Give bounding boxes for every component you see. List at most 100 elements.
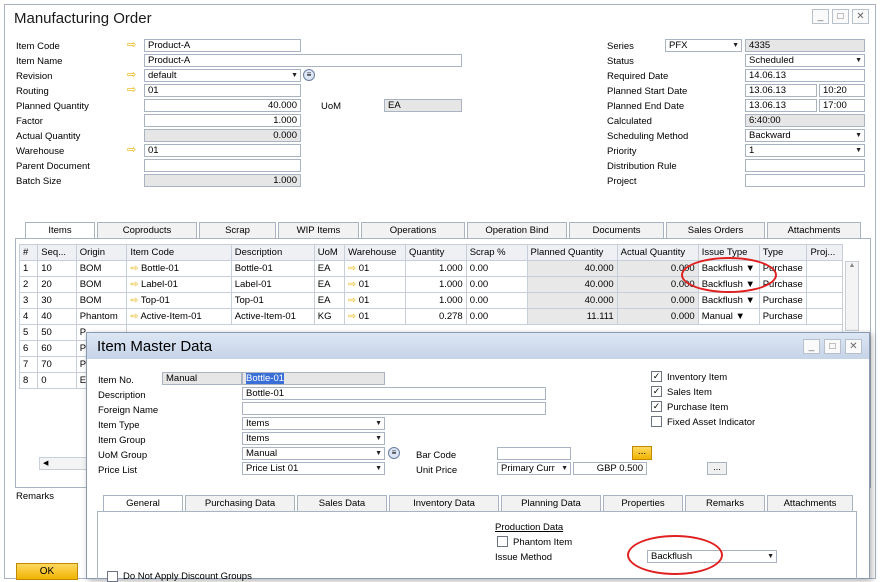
cell[interactable]: Active-Item-01 [230, 308, 315, 325]
cell[interactable]: EA [313, 292, 346, 309]
col-header[interactable]: Proj... [806, 244, 843, 261]
item-no-field[interactable]: Bottle-01 [242, 372, 385, 385]
fixed-asset-checkbox[interactable] [651, 416, 662, 427]
item-no-mode[interactable]: Manual [162, 372, 242, 385]
col-header[interactable]: Actual Quantity [616, 244, 699, 261]
close-button[interactable]: ✕ [852, 9, 869, 24]
uom-group-select[interactable]: Manual ▼ [242, 447, 385, 460]
link-arrow-icon[interactable]: ⇨ [127, 145, 140, 156]
cell[interactable]: ⇨ Top-01 [126, 292, 232, 309]
tab-attachments[interactable]: Attachments [767, 495, 853, 511]
tab-attachments[interactable]: Attachments [767, 222, 861, 238]
cell[interactable]: 10 [37, 260, 77, 277]
bar-code-browse-button[interactable]: ... [632, 446, 652, 460]
purchase-item-checkbox[interactable]: ✓ [651, 401, 662, 412]
cell[interactable]: ⇨ 01 [344, 308, 406, 325]
bar-code-field[interactable] [497, 447, 571, 460]
cell[interactable]: 0.00 [465, 308, 528, 325]
start-time-field[interactable]: 10:20 [819, 84, 865, 97]
end-date-field[interactable]: 13.06.13 [745, 99, 817, 112]
cell[interactable]: Purchase [758, 292, 808, 309]
cell[interactable]: 0.00 [465, 276, 528, 293]
cell[interactable]: 50 [37, 324, 77, 341]
cell[interactable]: 1.000 [404, 292, 467, 309]
revision-select[interactable]: default ▼ [144, 69, 301, 82]
cell[interactable]: ⇨ 01 [344, 276, 406, 293]
cell[interactable]: ⇨ Active-Item-01 [126, 308, 232, 325]
cell[interactable]: BOM [75, 292, 128, 309]
link-arrow-icon[interactable]: ⇨ [127, 40, 140, 51]
minimize-button[interactable]: _ [803, 339, 820, 354]
factor-field[interactable]: 1.000 [144, 114, 301, 127]
phantom-item-checkbox[interactable] [497, 536, 508, 547]
cell[interactable]: 70 [37, 356, 77, 373]
col-header[interactable]: # [18, 244, 39, 261]
col-header[interactable]: Item Code [126, 244, 232, 261]
cell[interactable]: 1.000 [404, 276, 467, 293]
cell[interactable]: Bottle-01 [230, 260, 315, 277]
cell[interactable]: Purchase [758, 308, 808, 325]
cell[interactable]: EA [313, 276, 346, 293]
parent-doc-field[interactable] [144, 159, 301, 172]
cell[interactable]: KG [313, 308, 346, 325]
dist-rule-field[interactable] [745, 159, 865, 172]
maximize-button[interactable]: □ [832, 9, 849, 24]
cell[interactable]: ⇨ 01 [344, 260, 406, 277]
link-arrow-icon[interactable]: ⇨ [127, 70, 140, 81]
minimize-button[interactable]: _ [812, 9, 829, 24]
cell[interactable]: Label-01 [230, 276, 315, 293]
close-button[interactable]: ✕ [845, 339, 862, 354]
cell[interactable]: ⇨ Bottle-01 [126, 260, 232, 277]
price-list-select[interactable]: Price List 01 ▼ [242, 462, 385, 475]
cell[interactable]: Top-01 [230, 292, 315, 309]
col-header[interactable]: Planned Quantity [526, 244, 618, 261]
end-time-field[interactable]: 17:00 [819, 99, 865, 112]
warehouse-field[interactable]: 01 [144, 144, 301, 157]
routing-field[interactable]: 01 [144, 84, 301, 97]
col-header[interactable]: Seq... [37, 244, 77, 261]
col-header[interactable]: UoM [313, 244, 346, 261]
cell[interactable] [806, 260, 843, 277]
cell[interactable]: ⇨ Label-01 [126, 276, 232, 293]
cell[interactable] [806, 308, 843, 325]
status-select[interactable]: Scheduled ▼ [745, 54, 865, 67]
table-row[interactable]: 4 40 Phantom ⇨ Active-Item-01 Active-Item-… [18, 308, 843, 325]
cell[interactable]: 1.000 [404, 260, 467, 277]
cell[interactable]: BOM [75, 276, 128, 293]
unit-price-field[interactable]: GBP 0.500 [573, 462, 647, 475]
cell[interactable]: Backflush ▼ [697, 292, 760, 309]
tab-sales-orders[interactable]: Sales Orders [666, 222, 765, 238]
item-type-select[interactable]: Items ▼ [242, 417, 385, 430]
list-icon[interactable]: ≡ [303, 69, 315, 81]
col-header[interactable]: Scrap % [465, 244, 528, 261]
cell[interactable] [806, 276, 843, 293]
tab-purchasing-data[interactable]: Purchasing Data [185, 495, 295, 511]
cell[interactable]: 0.00 [465, 292, 528, 309]
sales-item-checkbox[interactable]: ✓ [651, 386, 662, 397]
link-arrow-icon[interactable]: ⇨ [127, 85, 140, 96]
currency-select[interactable]: Primary Curr ▼ [497, 462, 571, 475]
sched-method-select[interactable]: Backward ▼ [745, 129, 865, 142]
cell[interactable]: 30 [37, 292, 77, 309]
tab-operation-bind[interactable]: Operation Bind [467, 222, 567, 238]
cell[interactable]: 0 [37, 372, 77, 389]
tab-coproducts[interactable]: Coproducts [97, 222, 197, 238]
cell[interactable]: ⇨ 01 [344, 292, 406, 309]
foreign-name-field[interactable] [242, 402, 546, 415]
inventory-item-checkbox[interactable]: ✓ [651, 371, 662, 382]
item-name-field[interactable]: Product-A [144, 54, 462, 67]
cell[interactable]: BOM [75, 260, 128, 277]
list-icon[interactable]: ≡ [388, 447, 400, 459]
cell[interactable]: EA [313, 260, 346, 277]
cell[interactable]: 40 [37, 308, 77, 325]
tab-operations[interactable]: Operations [361, 222, 465, 238]
ok-button[interactable]: OK [16, 563, 78, 580]
item-group-select[interactable]: Items ▼ [242, 432, 385, 445]
col-header[interactable]: Warehouse [344, 244, 406, 261]
col-header[interactable]: Quantity [404, 244, 467, 261]
horizontal-scrollbar[interactable]: ◀ [39, 457, 89, 470]
project-field[interactable] [745, 174, 865, 187]
maximize-button[interactable]: □ [824, 339, 841, 354]
planned-qty-field[interactable]: 40.000 [144, 99, 301, 112]
tab-wip-items[interactable]: WIP Items [278, 222, 359, 238]
